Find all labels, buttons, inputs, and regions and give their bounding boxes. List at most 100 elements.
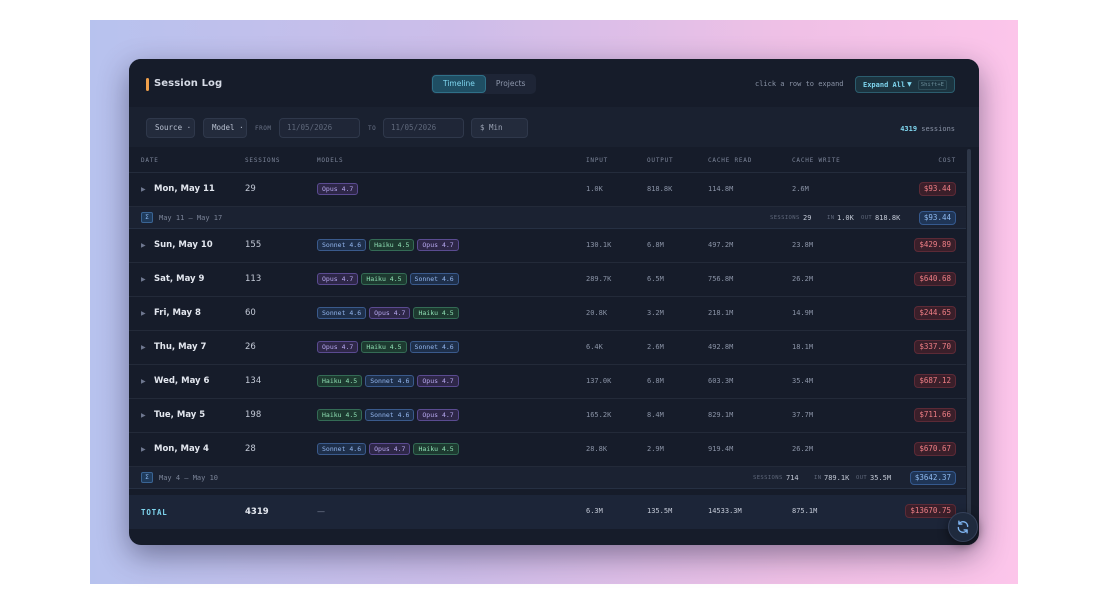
header: Session Log Timeline Projects click a ro… bbox=[129, 59, 979, 107]
row-input: 289.7K bbox=[586, 275, 612, 283]
table-row[interactable]: ▶ Mon, May 4 28 Sonnet 4.6 Opus 4.7 Haik… bbox=[129, 433, 966, 467]
col-cost[interactable]: COST bbox=[938, 157, 956, 164]
row-output: 818.8K bbox=[647, 185, 673, 193]
row-output: 6.8M bbox=[647, 241, 664, 249]
row-cache-write: 18.1M bbox=[792, 343, 814, 351]
row-input: 165.2K bbox=[586, 411, 612, 419]
chevron-right-icon: ▶ bbox=[141, 446, 146, 453]
scrollbar-thumb[interactable] bbox=[967, 149, 971, 529]
week-sessions-label: SESSIONS bbox=[753, 475, 783, 481]
model-badge: Haiku 4.5 bbox=[361, 341, 407, 353]
row-cache-write: 2.6M bbox=[792, 185, 809, 193]
row-input: 1.0K bbox=[586, 185, 603, 193]
row-cache-read: 829.1M bbox=[708, 411, 734, 419]
row-output: 6.5M bbox=[647, 275, 664, 283]
row-input: 137.0K bbox=[586, 377, 612, 385]
col-date[interactable]: DATE bbox=[141, 157, 159, 164]
sigma-icon: Σ bbox=[141, 212, 153, 223]
table-row[interactable]: ▶ Fri, May 8 60 Sonnet 4.6 Opus 4.7 Haik… bbox=[129, 297, 966, 331]
tab-projects[interactable]: Projects bbox=[486, 75, 536, 93]
model-badge: Opus 4.7 bbox=[317, 273, 359, 285]
week-range: May 4 – May 10 bbox=[159, 474, 219, 482]
total-cache-read: 14533.3M bbox=[708, 507, 742, 515]
row-cost: $687.12 bbox=[914, 374, 956, 388]
col-models[interactable]: MODELS bbox=[317, 157, 343, 164]
model-filter[interactable]: Model · bbox=[203, 118, 247, 138]
table-row[interactable]: ▶ Sun, May 10 155 Sonnet 4.6 Haiku 4.5 O… bbox=[129, 229, 966, 263]
sigma-icon: Σ bbox=[141, 472, 153, 483]
row-models: Sonnet 4.6 Haiku 4.5 Opus 4.7 bbox=[317, 239, 459, 251]
row-cache-read: 919.4M bbox=[708, 445, 734, 453]
row-cost: $640.68 bbox=[914, 272, 956, 286]
row-models: Opus 4.7 Haiku 4.5 Sonnet 4.6 bbox=[317, 341, 459, 353]
week-out-label: OUT bbox=[861, 215, 873, 221]
model-badge: Opus 4.7 bbox=[317, 183, 359, 195]
table-row[interactable]: ▶ Sat, May 9 113 Opus 4.7 Haiku 4.5 Sonn… bbox=[129, 263, 966, 297]
scrollbar[interactable] bbox=[966, 147, 972, 545]
row-cache-write: 35.4M bbox=[792, 377, 814, 385]
row-models: Opus 4.7 Haiku 4.5 Sonnet 4.6 bbox=[317, 273, 459, 285]
row-cache-read: 497.2M bbox=[708, 241, 734, 249]
row-cache-read: 492.8M bbox=[708, 343, 734, 351]
total-models: — bbox=[317, 507, 325, 516]
chevron-right-icon: ▶ bbox=[141, 186, 146, 193]
row-cost: $711.66 bbox=[914, 408, 956, 422]
sessions-count: 4319 sessions bbox=[900, 125, 955, 133]
source-filter[interactable]: Source · bbox=[146, 118, 195, 138]
row-sessions: 134 bbox=[245, 376, 262, 386]
row-date: Tue, May 5 bbox=[154, 410, 206, 420]
row-sessions: 198 bbox=[245, 410, 262, 420]
week-sessions-label: SESSIONS bbox=[770, 215, 800, 221]
row-input: 6.4K bbox=[586, 343, 603, 351]
col-sessions[interactable]: SESSIONS bbox=[245, 157, 280, 164]
chevron-right-icon: ▶ bbox=[141, 276, 146, 283]
min-cost-input[interactable]: $ Min bbox=[471, 118, 528, 138]
model-badge: Opus 4.7 bbox=[317, 341, 359, 353]
week-summary: Σ May 11 – May 17 SESSIONS 29 IN 1.0K OU… bbox=[129, 207, 966, 229]
row-input: 20.8K bbox=[586, 309, 608, 317]
table-row[interactable]: ▶ Wed, May 6 134 Haiku 4.5 Sonnet 4.6 Op… bbox=[129, 365, 966, 399]
row-cost: $670.67 bbox=[914, 442, 956, 456]
row-cache-write: 37.7M bbox=[792, 411, 814, 419]
from-date-input[interactable]: 11/05/2026 bbox=[279, 118, 360, 138]
model-badge: Sonnet 4.6 bbox=[317, 307, 367, 319]
row-date: Sat, May 9 bbox=[154, 274, 205, 284]
row-output: 8.4M bbox=[647, 411, 664, 419]
row-models: Haiku 4.5 Sonnet 4.6 Opus 4.7 bbox=[317, 409, 459, 421]
model-badge: Haiku 4.5 bbox=[413, 307, 459, 319]
row-cache-write: 26.2M bbox=[792, 445, 814, 453]
week-cost: $93.44 bbox=[918, 211, 956, 225]
col-cache-write[interactable]: CACHE WRITE bbox=[792, 157, 841, 164]
chevron-right-icon: ▶ bbox=[141, 310, 146, 317]
expand-hint: click a row to expand bbox=[755, 80, 844, 88]
col-cache-read[interactable]: CACHE READ bbox=[708, 157, 752, 164]
model-badge: Sonnet 4.6 bbox=[365, 409, 415, 421]
row-models: Opus 4.7 bbox=[317, 183, 359, 195]
caret-down-icon: ▼ bbox=[907, 81, 912, 88]
chevron-right-icon: ▶ bbox=[141, 378, 146, 385]
col-input[interactable]: INPUT bbox=[586, 157, 608, 164]
row-output: 2.6M bbox=[647, 343, 664, 351]
refresh-button[interactable] bbox=[948, 512, 978, 542]
table-row[interactable]: ▶ Thu, May 7 26 Opus 4.7 Haiku 4.5 Sonne… bbox=[129, 331, 966, 365]
row-cache-write: 23.8M bbox=[792, 241, 814, 249]
table-row[interactable]: ▶ Tue, May 5 198 Haiku 4.5 Sonnet 4.6 Op… bbox=[129, 399, 966, 433]
session-log-window: Session Log Timeline Projects click a ro… bbox=[129, 59, 979, 545]
model-badge: Opus 4.7 bbox=[417, 409, 459, 421]
shortcut-hint: Shift+E bbox=[917, 79, 947, 90]
week-sessions: 29 bbox=[803, 214, 812, 222]
to-date-input[interactable]: 11/05/2026 bbox=[383, 118, 464, 138]
row-cache-read: 603.3M bbox=[708, 377, 734, 385]
model-badge: Haiku 4.5 bbox=[369, 239, 415, 251]
table-row[interactable]: ▶ Mon, May 11 29 Opus 4.7 1.0K 818.8K 11… bbox=[129, 173, 966, 207]
row-sessions: 60 bbox=[245, 308, 256, 318]
row-sessions: 113 bbox=[245, 274, 262, 284]
col-output[interactable]: OUTPUT bbox=[647, 157, 673, 164]
row-date: Mon, May 4 bbox=[154, 444, 209, 454]
row-date: Wed, May 6 bbox=[154, 376, 210, 386]
row-output: 3.2M bbox=[647, 309, 664, 317]
filter-bar: Source · Model · FROM 11/05/2026 TO 11/0… bbox=[129, 107, 979, 147]
tab-timeline[interactable]: Timeline bbox=[432, 75, 486, 93]
expand-all-button[interactable]: Expand All ▼ Shift+E bbox=[855, 76, 955, 93]
row-input: 28.8K bbox=[586, 445, 608, 453]
